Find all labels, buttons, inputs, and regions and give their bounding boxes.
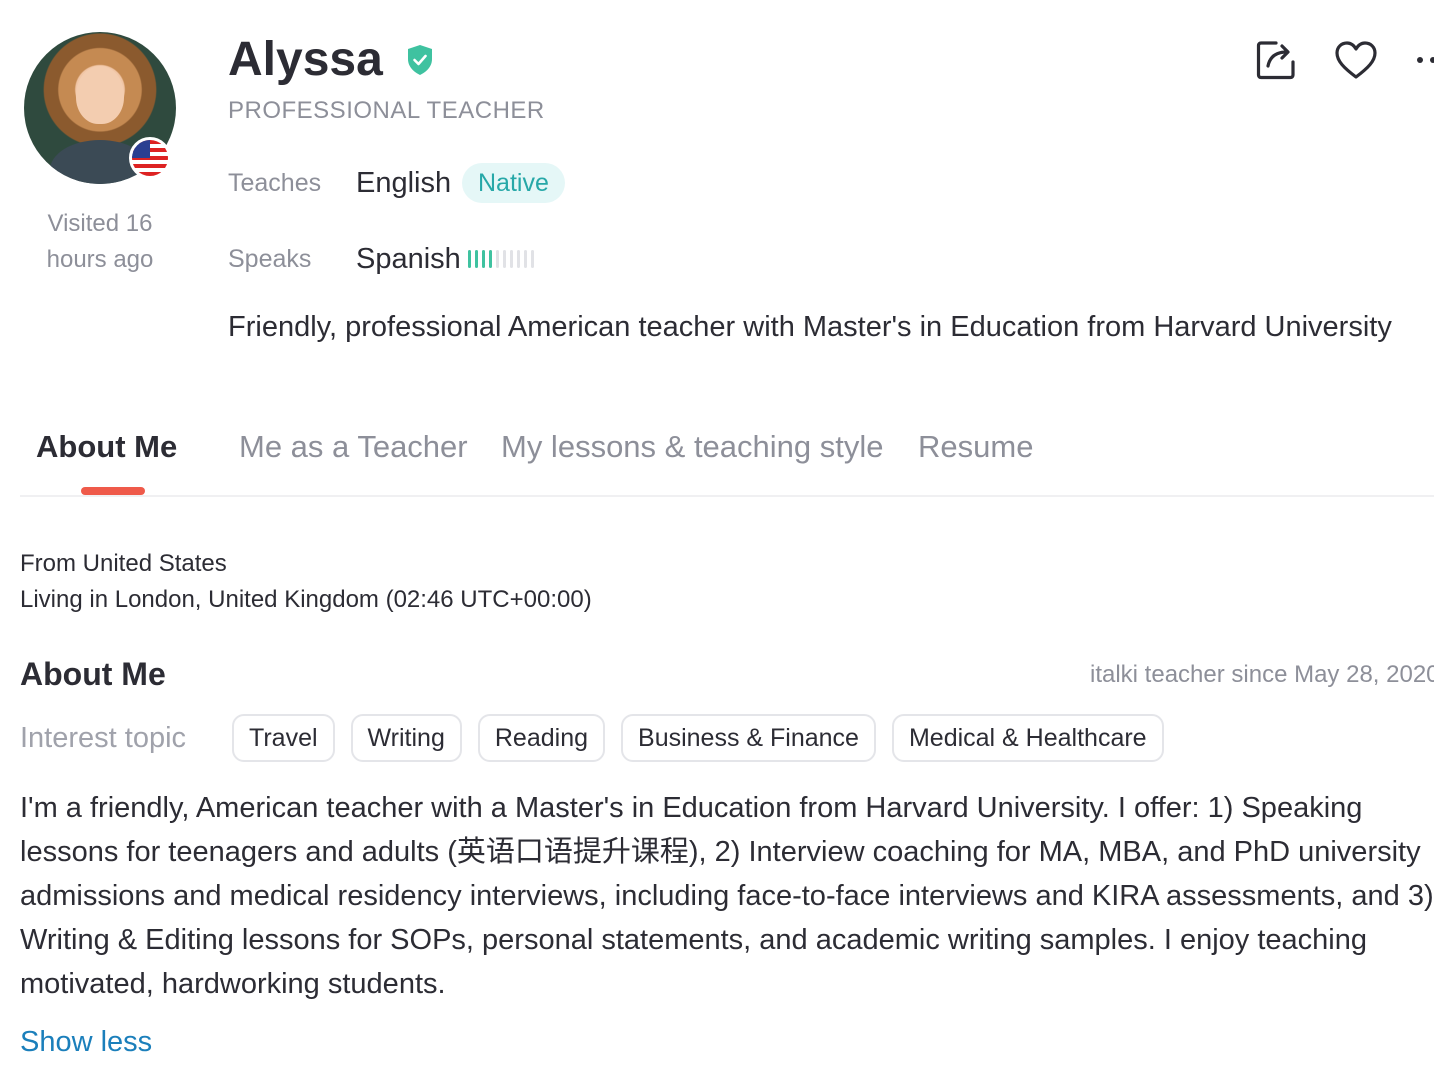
heart-icon[interactable] (1334, 40, 1378, 80)
level-bar (468, 250, 471, 268)
last-visited: Visited 16 hours ago (46, 210, 154, 273)
teaches-language: English (356, 167, 452, 199)
level-bar (510, 250, 513, 268)
level-bar (489, 250, 492, 268)
share-icon[interactable] (1254, 38, 1298, 82)
speaks-label: Speaks (228, 245, 312, 273)
level-bar (496, 250, 499, 268)
verified-shield-icon (408, 45, 432, 75)
profile-tagline: Friendly, professional American teacher … (228, 311, 1392, 343)
show-less-link[interactable]: Show less (20, 1022, 152, 1062)
section-title: About Me (20, 656, 166, 692)
speaks-language: Spanish (356, 243, 461, 275)
level-bar (503, 250, 506, 268)
level-bar (475, 250, 478, 268)
language-level-bars (468, 250, 534, 268)
more-icon[interactable] (1412, 52, 1434, 68)
level-bar (524, 250, 527, 268)
about-description: I'm a friendly, American teacher with a … (20, 792, 1434, 1000)
flag-canton (132, 140, 150, 158)
tab-lessons-teaching-style[interactable]: My lessons & teaching style (501, 424, 884, 470)
level-bar (482, 250, 485, 268)
interest-chips: Travel Writing Reading Business & Financ… (232, 714, 1164, 762)
avatar-face (76, 66, 124, 124)
teacher-name: Alyssa (228, 33, 383, 86)
interest-chip[interactable]: Writing (350, 714, 462, 762)
teacher-type: PROFESSIONAL TEACHER (228, 97, 545, 124)
from-country: From United States (20, 550, 227, 577)
active-tab-indicator (81, 487, 145, 495)
tab-me-as-a-teacher[interactable]: Me as a Teacher (239, 424, 468, 470)
tab-about-me[interactable]: About Me (36, 424, 177, 470)
tab-resume[interactable]: Resume (918, 424, 1033, 470)
teaches-label: Teaches (228, 169, 322, 197)
tab-divider (20, 495, 1434, 497)
level-bar (517, 250, 520, 268)
interest-chip[interactable]: Medical & Healthcare (891, 714, 1164, 762)
interest-topic-label: Interest topic (20, 722, 187, 754)
native-badge: Native (462, 163, 565, 203)
us-flag-icon (129, 137, 171, 179)
living-location: Living in London, United Kingdom (02:46 … (20, 586, 592, 613)
level-bar (531, 250, 534, 268)
interest-chip[interactable]: Business & Finance (621, 714, 876, 762)
interest-chip[interactable]: Travel (232, 714, 335, 762)
interest-chip[interactable]: Reading (477, 714, 606, 762)
teacher-since: italki teacher since May 28, 2020 (1090, 661, 1434, 688)
